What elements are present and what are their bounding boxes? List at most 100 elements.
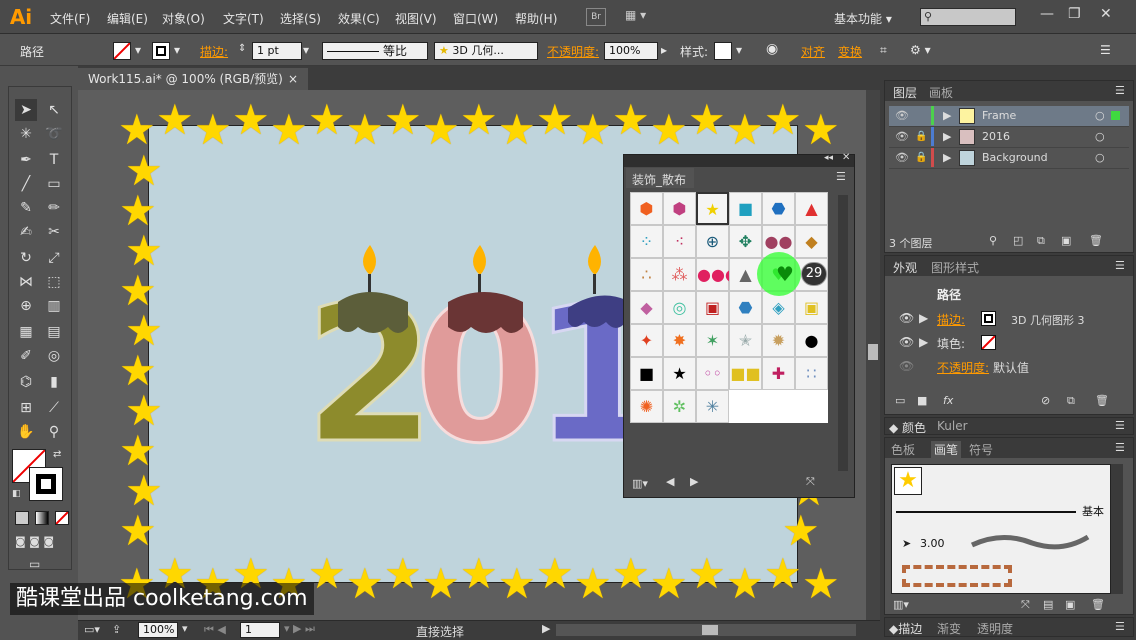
brush-thumbnail[interactable]: ⬣	[762, 192, 795, 225]
clear-appearance-icon[interactable]: ⊘	[1041, 394, 1050, 407]
stroke-tab[interactable]: ◆描边	[889, 620, 922, 637]
zoom-tool-icon[interactable]: ⚲	[43, 421, 65, 443]
brush-thumbnail[interactable]: ✲	[663, 390, 696, 423]
fill-swatch[interactable]	[113, 42, 131, 60]
artboard-tool-icon[interactable]: ⊞	[15, 397, 37, 419]
document-tab[interactable]: Work115.ai* @ 100% (RGB/预览) ×	[78, 68, 308, 90]
brush-thumbnail[interactable]: ●●●	[696, 258, 739, 291]
brush-thumbnail[interactable]: ◎	[663, 291, 696, 324]
brush-thumbnail[interactable]: ⁖	[663, 225, 696, 258]
brush-thumbnail[interactable]: ⬢	[630, 192, 663, 225]
mesh-tool-icon[interactable]: ▦	[15, 321, 37, 343]
brush-thumbnail[interactable]: ⊕	[696, 225, 729, 258]
style-swatch[interactable]	[714, 42, 732, 60]
fill-dropdown-icon[interactable]: ▾	[135, 43, 141, 57]
none-mode-icon[interactable]	[55, 511, 69, 525]
brush-thumbnail[interactable]: ◆	[630, 291, 663, 324]
default-colors-icon[interactable]: ◧	[12, 489, 21, 499]
transform-link[interactable]: 变换	[838, 43, 862, 60]
brush-thumbnail[interactable]: ✶	[696, 324, 729, 357]
color-tab[interactable]: ◆ 颜色	[889, 419, 926, 436]
color-mode-icon[interactable]	[15, 511, 29, 525]
target-circle-icon[interactable]: ○	[1095, 148, 1105, 168]
search-input[interactable]: ⚲	[920, 8, 1016, 26]
gradient-tool-icon[interactable]: ▤	[43, 321, 65, 343]
brush-thumbnail[interactable]: ▣	[795, 291, 828, 324]
draw-modes-icon[interactable]: ◙ ◙ ◙	[15, 535, 54, 548]
paintbrush-tool-icon[interactable]: ✎	[15, 197, 37, 219]
panel-titlebar[interactable]: ◂◂ ✕	[624, 152, 854, 167]
expand-arrow-icon[interactable]: ▶	[943, 127, 951, 147]
opacity-dropdown-icon[interactable]: ▸	[661, 43, 667, 57]
target-circle-icon[interactable]: ○	[1095, 127, 1105, 147]
brush-thumbnail[interactable]: ⬣	[729, 291, 762, 324]
brush-thumbnail[interactable]: ✥	[729, 225, 762, 258]
panel-menu-icon[interactable]: ☰	[1115, 441, 1125, 454]
canvas-vertical-scrollbar[interactable]	[866, 90, 880, 620]
control-menu-icon[interactable]: ☰	[1100, 43, 1111, 57]
brush-options-icon[interactable]: ▤	[1043, 598, 1053, 611]
hand-tool-icon[interactable]: ✋	[15, 421, 37, 443]
collapse-icon[interactable]: ◂◂	[824, 153, 833, 163]
first-artboard-icon[interactable]: ⏮ ◀	[204, 623, 226, 637]
menu-file[interactable]: 文件(F)	[50, 10, 90, 27]
fx-icon[interactable]: fx	[943, 394, 953, 407]
panel-menu-icon[interactable]: ☰	[836, 170, 846, 183]
brush-thumbnail[interactable]: ◆	[795, 225, 828, 258]
visibility-eye-icon[interactable]: 👁	[895, 106, 909, 126]
basic-brush-line[interactable]	[896, 511, 1076, 513]
trash-icon[interactable]: 🗑	[1091, 598, 1105, 611]
layer-name[interactable]: Frame	[982, 106, 1016, 126]
brush-thumbnail[interactable]: ⬢	[663, 192, 696, 225]
tab-appearance[interactable]: 外观	[893, 259, 917, 276]
brush-thumbnail[interactable]: ▲	[795, 192, 828, 225]
selection-tool-icon[interactable]: ➤	[15, 99, 37, 121]
column-graph-tool-icon[interactable]: ▮	[43, 371, 65, 393]
brush-options-icon[interactable]: ⤧	[806, 475, 815, 489]
brush-thumbnail[interactable]: ✸	[663, 324, 696, 357]
zoom-dropdown-icon[interactable]: ▾	[182, 622, 188, 635]
workspace-switcher[interactable]: 基本功能 ▾	[834, 10, 892, 27]
scissors-tool-icon[interactable]: ✂	[43, 221, 65, 243]
expand-arrow-icon[interactable]: ▶	[919, 335, 928, 349]
panel-menu-icon[interactable]: ☰	[1115, 419, 1125, 432]
screen-mode-icon[interactable]: ▭	[29, 557, 40, 571]
opacity-label[interactable]: 不透明度:	[547, 43, 599, 60]
brush-thumbnail[interactable]: ⁘	[630, 225, 663, 258]
new-brush-icon[interactable]: ▣	[1065, 598, 1075, 611]
visibility-eye-icon[interactable]: 👁	[899, 359, 914, 373]
locate-object-icon[interactable]: ⚲	[989, 234, 997, 247]
layer-name[interactable]: Background	[982, 148, 1048, 168]
appearance-fill-row[interactable]: 👁 ▶ 填色:	[889, 332, 1129, 354]
object-options-icon[interactable]: ⚙ ▾	[910, 43, 931, 57]
trash-icon[interactable]: 🗑	[1089, 234, 1103, 247]
zoom-input[interactable]: 100%	[138, 622, 178, 638]
art-brush-stroke[interactable]	[970, 533, 1090, 553]
panel-menu-icon[interactable]: ☰	[1115, 620, 1125, 633]
layer-row-background[interactable]: 👁 🔒 ▶ Background ○	[889, 148, 1129, 169]
stroke-label[interactable]: 描边:	[200, 43, 228, 60]
brush-definition[interactable]: ★ 3D 几何...	[434, 42, 538, 60]
menu-object[interactable]: 对象(O)	[162, 10, 205, 27]
maximize-icon[interactable]: ❐	[1068, 6, 1081, 22]
pen-tool-icon[interactable]: ✒	[15, 149, 37, 171]
stroke-label[interactable]: 描边:	[937, 311, 965, 328]
line-tool-icon[interactable]: ╱	[15, 173, 37, 195]
lasso-tool-icon[interactable]: ➰	[43, 123, 65, 145]
recolor-icon[interactable]: ◉	[766, 41, 778, 57]
slice-tool-icon[interactable]: ⟋	[43, 397, 65, 419]
rotate-tool-icon[interactable]: ↻	[15, 247, 37, 269]
scale-tool-icon[interactable]: ⤢	[43, 247, 65, 269]
tab-swatches[interactable]: 色板	[891, 441, 915, 458]
symbol-sprayer-tool-icon[interactable]: ⌬	[15, 371, 37, 393]
artboard-number-input[interactable]: 1	[240, 622, 280, 638]
horizontal-scrollbar[interactable]	[556, 624, 856, 636]
layer-name[interactable]: 2016	[982, 127, 1010, 147]
magic-wand-tool-icon[interactable]: ✳	[15, 123, 37, 145]
tab-graphic-styles[interactable]: 图形样式	[931, 259, 979, 276]
scroll-thumb[interactable]	[702, 625, 718, 635]
remove-brush-stroke-icon[interactable]: ⤧	[1021, 598, 1030, 612]
free-transform-tool-icon[interactable]: ⬚	[43, 271, 65, 293]
visibility-eye-icon[interactable]: 👁	[895, 148, 909, 168]
brush-libraries-icon[interactable]: ▥▾	[893, 598, 909, 611]
